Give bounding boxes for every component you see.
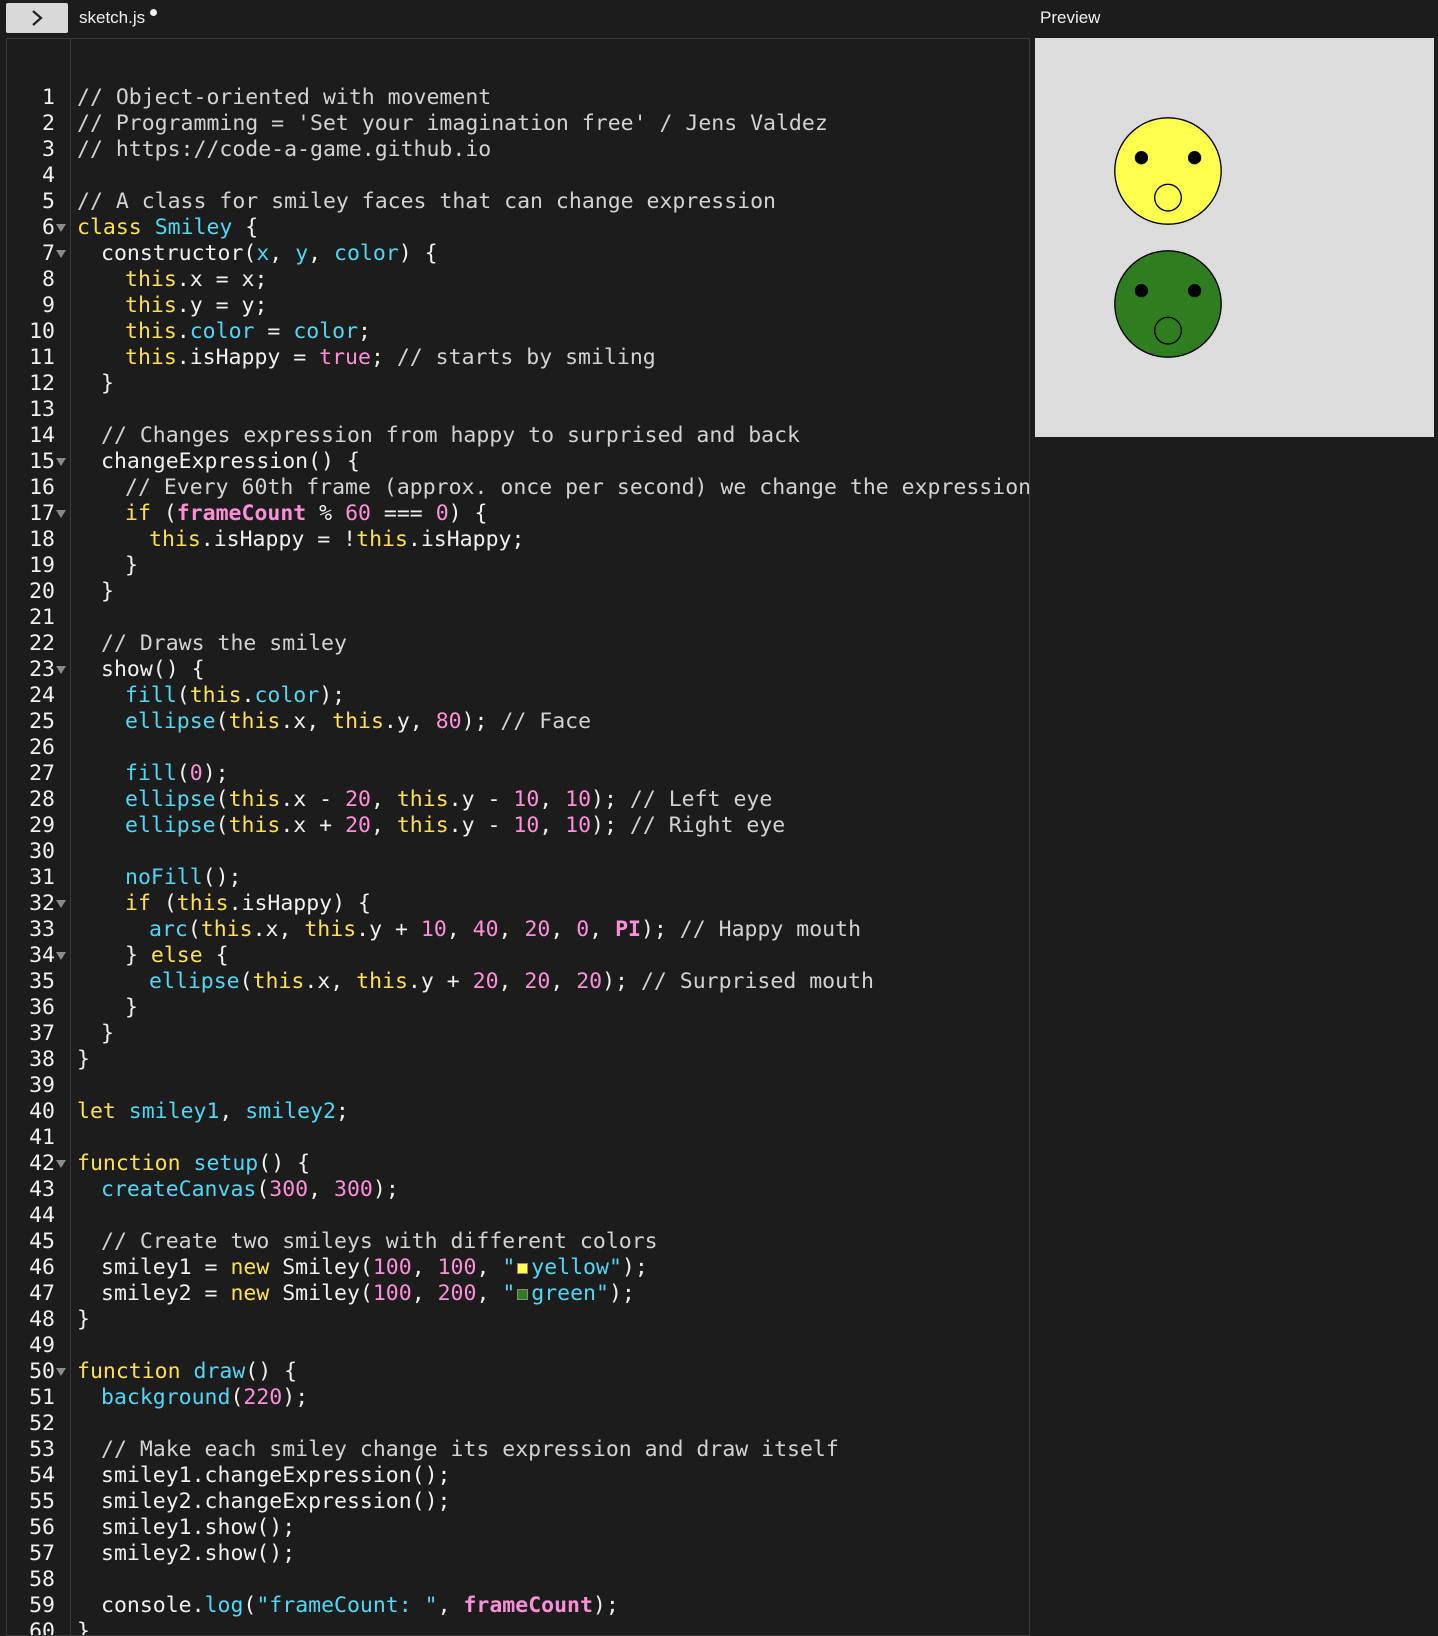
- smiley-yellow: [1114, 117, 1222, 225]
- code-line: 52: [29, 1411, 55, 1436]
- code-line: 15 changeExpression() {: [29, 449, 360, 474]
- code-line: 53// Make each smiley change its express…: [29, 1437, 839, 1462]
- fold-toggle-icon[interactable]: [56, 1368, 66, 1376]
- code-line: 14// Changes expression from happy to su…: [29, 423, 800, 448]
- code-line: 27 fill(0);: [29, 761, 229, 786]
- preview-title: Preview: [1040, 8, 1101, 27]
- fold-toggle-icon[interactable]: [56, 666, 66, 674]
- code-line: 25 ellipse(this.x, this.y, 80); // Face: [29, 709, 592, 734]
- code-line: 60}: [29, 1619, 90, 1636]
- code-line: 28 ellipse(this.x - 20, this.y - 10, 10);…: [29, 787, 773, 812]
- code-line: 26: [29, 735, 55, 760]
- fold-toggle-icon[interactable]: [56, 224, 66, 232]
- sketch-output: [1114, 117, 1222, 358]
- code-line: 58: [29, 1567, 55, 1592]
- fold-toggle-icon[interactable]: [56, 1160, 66, 1168]
- code-line: 39: [29, 1073, 55, 1098]
- code-line: 16// Every 60th frame (approx. once per …: [29, 475, 1030, 500]
- code-line: 29 ellipse(this.x + 20, this.y - 10, 10);…: [29, 813, 786, 838]
- file-tab-sketch[interactable]: sketch.js: [79, 7, 145, 29]
- code-line: 35 ellipse(this.x, this.y + 20, 20, 20); …: [29, 969, 874, 994]
- code-line: 33 arc(this.x, this.y + 10, 40, 20, 0, PI…: [29, 917, 862, 942]
- code-line: 4: [42, 163, 55, 188]
- code-line: 9 this.y = y;: [42, 293, 268, 318]
- code-line: 37}: [29, 1021, 114, 1046]
- smiley-green: [1114, 250, 1222, 358]
- code-line: 46 smiley1 = new Smiley(100, 100, " yellow…: [29, 1255, 648, 1280]
- code-line: 56 smiley1.show();: [29, 1515, 296, 1540]
- preview-canvas[interactable]: [1035, 38, 1434, 437]
- code-line: 11 this.isHappy = true; // starts by smil…: [29, 345, 656, 370]
- chevron-right-icon: [32, 10, 43, 26]
- fold-toggle-icon[interactable]: [56, 458, 66, 466]
- code-line: 41: [29, 1125, 55, 1150]
- code-editor[interactable]: 1// Object-oriented with movement 2// Pr…: [6, 38, 1030, 1636]
- code-line: 17 if (frameCount % 60 === 0) {: [29, 501, 488, 526]
- fold-toggle-icon[interactable]: [56, 952, 66, 960]
- color-swatch-yellow[interactable]: [517, 1262, 529, 1274]
- code-line: 57 smiley2.show();: [29, 1541, 296, 1566]
- fold-toggle-icon[interactable]: [56, 510, 66, 518]
- code-line: 10 this.color = color;: [29, 319, 371, 344]
- code-line: 22// Draws the smiley: [29, 631, 347, 656]
- code-line: 51 background(220);: [29, 1385, 309, 1410]
- code-line: 3// https://code-a-game.github.io: [42, 137, 492, 162]
- code-line: 6 class Smiley {: [42, 215, 259, 240]
- code-line: 5// A class for smiley faces that can ch…: [42, 189, 776, 214]
- fold-toggle-icon[interactable]: [56, 900, 66, 908]
- code-line: 13: [29, 397, 55, 422]
- code-line: 34} else {: [29, 943, 229, 968]
- code-line: 48}: [29, 1307, 90, 1332]
- code-line: 31 noFill();: [29, 865, 242, 890]
- code-line: 2// Programming = 'Set your imagination …: [42, 111, 828, 136]
- code-line: 45// Create two smileys with different c…: [29, 1229, 658, 1254]
- code-line: 21: [29, 605, 55, 630]
- code-line: 30: [29, 839, 55, 864]
- code-line: 20}: [29, 579, 114, 604]
- code-line: 43 createCanvas(300, 300);: [29, 1177, 399, 1202]
- code-line: 32 if (this.isHappy) {: [29, 891, 371, 916]
- code-line: 8 this.x = x;: [42, 267, 268, 292]
- code-line: 40 let smiley1, smiley2;: [29, 1099, 349, 1124]
- sidebar-toggle-button[interactable]: [6, 3, 68, 33]
- code-line: 49: [29, 1333, 55, 1358]
- code-line: 18 this.isHappy = !this.isHappy;: [29, 527, 525, 552]
- fold-toggle-icon[interactable]: [56, 250, 66, 258]
- code-line: 12}: [29, 371, 114, 396]
- color-swatch-green[interactable]: [517, 1288, 529, 1300]
- code-line: 55 smiley2.changeExpression();: [29, 1489, 451, 1514]
- code-line: 24 fill(this.color);: [29, 683, 346, 708]
- code-line: 23 show() {: [29, 657, 205, 682]
- unsaved-indicator: [150, 9, 157, 16]
- code-line: 44: [29, 1203, 55, 1228]
- code-line: 42 function setup() {: [29, 1151, 311, 1176]
- code-lines: 1// Object-oriented with movement 2// Pr…: [7, 85, 1030, 1636]
- code-line: 36}: [29, 995, 138, 1020]
- code-line: 59 console.log("frameCount: ", frameCount…: [29, 1593, 619, 1618]
- code-line: 47 smiley2 = new Smiley(100, 200, " green"…: [29, 1281, 635, 1306]
- code-line: 54 smiley1.changeExpression();: [29, 1463, 451, 1488]
- code-line: 50 function draw() {: [29, 1359, 298, 1384]
- code-line: 7 constructor(x, y, color) {: [42, 241, 438, 266]
- code-line: 1// Object-oriented with movement: [42, 85, 492, 110]
- code-line: 38}: [29, 1047, 90, 1072]
- code-line: 19}: [29, 553, 138, 578]
